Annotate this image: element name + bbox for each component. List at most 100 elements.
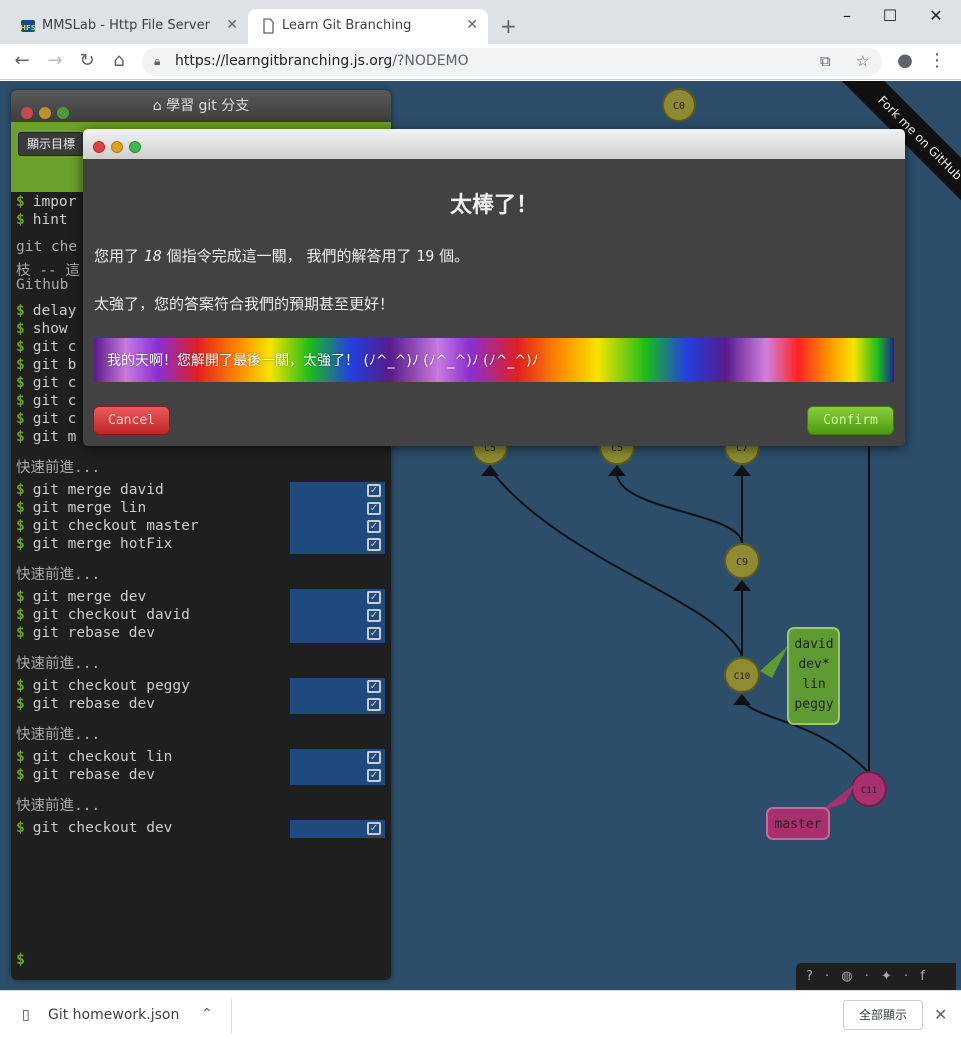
command-line: $ git checkout lin [16,749,173,765]
back-icon[interactable]: ← [10,50,34,71]
checkbox-checked-icon: ✓ [367,698,381,711]
minimize-dot[interactable] [39,107,51,119]
branch-label-lin: lin [802,677,825,692]
fast-forward-label: 快速前進... [16,567,101,583]
branch-label-david: david [794,637,833,652]
command-line: $ git merge david [16,482,164,498]
command-line: $ git merge dev [16,589,147,605]
history-line: $ delay [16,303,77,319]
home-icon[interactable]: ⌂ [107,50,131,71]
arrow-head [733,465,751,476]
address-bar[interactable]: 🔒︎ https://learngitbranching.js.org/?NOD… [142,48,882,76]
checkbox-checked-icon: ✓ [367,502,381,515]
new-tab-button[interactable]: + [500,14,517,38]
panel-title: 學習 git 分支 [166,98,250,114]
commit-node-c11[interactable]: C11 [851,771,887,807]
close-icon[interactable]: ✕ [226,17,238,33]
url-text[interactable]: https://learngitbranching.js.org/?NODEMO [175,53,469,69]
maximize-button[interactable]: ☐ [875,6,905,25]
account-icon[interactable]: ● [893,50,917,71]
tab-mmslab[interactable]: HFS MMSLab - Http File Server ✕ [8,9,248,44]
command-line: $ git checkout dev [16,820,173,836]
command-status-box: ✓ ✓ [290,749,385,785]
commit-node-c0[interactable]: C0 [662,88,696,122]
branch-label-dev: dev* [798,657,829,672]
checkbox-checked-icon: ✓ [367,591,381,604]
commit-node-c9[interactable]: C9 [724,543,760,579]
branch-tag-dev[interactable]: david dev* lin peggy [760,627,840,725]
home-icon: ⌂ [152,98,167,114]
minimize-dot[interactable] [111,141,123,153]
cancel-button[interactable]: Cancel [93,406,170,435]
branch-tag-master[interactable]: master [766,784,855,840]
download-item[interactable]: ▯ Git homework.json [22,1007,179,1023]
arrow-head [733,694,751,705]
menu-icon[interactable]: ⋮ [925,50,949,71]
command-line: $ git merge lin [16,500,147,516]
commit-label: C10 [734,672,750,682]
level-complete-dialog: 太棒了！ 您用了 18 個指令完成這一關， 我們的解答用了 19 個。 太強了，… [83,129,905,446]
checkbox-checked-icon: ✓ [367,822,381,835]
commit-label: C11 [861,786,877,796]
graph-edge [489,468,743,657]
confirm-button[interactable]: Confirm [807,406,894,435]
checkbox-checked-icon: ✓ [367,520,381,533]
social-links[interactable]: ? · ◍ · ✦ · f [796,963,956,990]
panel-titlebar: ⌂ 學習 git 分支 [11,90,391,122]
solution-command-count: 19 [416,247,435,265]
graph-edge [615,468,743,544]
checkbox-checked-icon: ✓ [367,751,381,764]
page-icon [263,18,274,34]
dialog-heading: 太棒了！ [449,192,538,218]
show-all-button[interactable]: 全部顯示 [843,1000,923,1030]
forward-icon[interactable]: → [43,50,67,71]
tab-learn-git-branching[interactable]: Learn Git Branching ✕ [248,9,488,44]
chevron-up-icon[interactable]: ⌃ [201,1006,213,1022]
svg-text:HFS: HFS [20,24,36,32]
hint-line: git che [16,239,78,255]
divider [231,999,232,1033]
command-line: $ git checkout peggy [16,678,190,694]
history-line: $ git c [16,393,77,409]
fast-forward-label: 快速前進... [16,656,101,672]
hfs-icon: HFS [20,20,36,32]
window-controls [93,138,147,157]
commit-node-c10[interactable]: C10 [724,657,760,693]
bookmark-star-icon[interactable]: ☆ [856,52,869,70]
command-status-box: ✓ ✓ [290,678,385,714]
translate-icon[interactable]: ⧉ [820,52,831,70]
history-line: $ impor [16,194,77,210]
fast-forward-label: 快速前進... [16,727,101,743]
zoom-dot[interactable] [57,107,69,119]
command-line: $ git checkout david [16,607,190,623]
zoom-dot[interactable] [129,141,141,153]
tab-title: MMSLab - Http File Server [42,18,210,33]
arrow-head [733,580,751,591]
close-dot[interactable] [21,107,33,119]
checkbox-checked-icon: ✓ [367,627,381,640]
branch-pointer [760,646,788,678]
history-line: $ show [16,321,68,337]
window-close-button[interactable]: ✕ [921,6,951,25]
history-line: $ git m [16,429,77,445]
command-line: $ git checkout master [16,518,199,534]
minimize-button[interactable]: – [832,6,862,25]
command-line: $ git rebase dev [16,767,155,783]
celebration-text: 我的天啊！您解開了最後一關，太強了！ (ﾉ^_^)ﾉ (ﾉ^_^)ﾉ (ﾉ^_^… [107,353,539,369]
arrow-head [481,465,499,476]
file-icon: ▯ [22,1007,30,1023]
toolbar: ← → ↻ ⌂ 🔒︎ https://learngitbranching.js.… [0,44,961,80]
url-host: https://learngitbranching.js.org [175,53,393,69]
command-line: $ git rebase dev [16,696,155,712]
command-status-box: ✓ ✓ ✓ ✓ [290,482,385,554]
command-prompt[interactable]: $ [16,950,25,968]
show-goal-button[interactable]: 顯示目標 [18,132,85,156]
close-icon[interactable]: ✕ [466,17,478,33]
reload-icon[interactable]: ↻ [75,50,99,71]
close-dot[interactable] [93,141,105,153]
dialog-titlebar [83,129,905,159]
checkbox-checked-icon: ✓ [367,538,381,551]
url-path: /?NODEMO [392,53,469,69]
close-icon[interactable]: ✕ [934,1005,947,1024]
hint-line: Github [16,277,69,293]
